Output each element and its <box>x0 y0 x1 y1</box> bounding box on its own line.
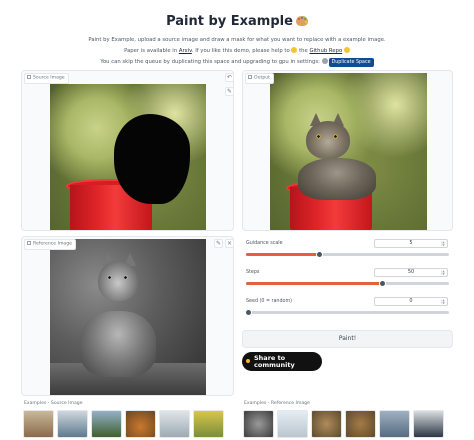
pencil-icon[interactable]: ✎ <box>214 239 223 248</box>
duplicate-space-button[interactable]: Duplicate Space <box>328 58 374 67</box>
guidance-scale-thumb[interactable] <box>316 251 324 258</box>
header: Paint by Example Paint by Example, uploa… <box>0 0 474 68</box>
image-icon <box>27 75 31 79</box>
example-reference-thumb[interactable] <box>243 410 274 438</box>
steps-label: Steps <box>246 270 260 275</box>
help-text: . If you like this demo, please help to <box>191 48 292 54</box>
steps-input[interactable]: 50 ▲ ▼ <box>374 268 448 277</box>
brush-icon[interactable]: ✎ <box>225 87 233 96</box>
seed-label: Seed (0 = random) <box>246 299 292 304</box>
image-icon <box>248 75 252 79</box>
space-icon <box>321 58 328 64</box>
share-to-community-button[interactable]: Share to community <box>242 352 322 371</box>
example-source-thumb[interactable] <box>23 410 54 438</box>
arxiv-link[interactable]: Arxiv <box>179 48 192 54</box>
star-icon <box>291 47 298 53</box>
page-title-row: Paint by Example <box>0 10 474 29</box>
reference-image[interactable] <box>50 239 206 395</box>
palette-icon <box>295 16 308 26</box>
seed-thumb[interactable] <box>245 309 252 316</box>
output-panel: Output <box>242 70 453 231</box>
steps-control: Steps 50 ▲ ▼ <box>242 267 453 295</box>
example-source-thumb[interactable] <box>159 410 190 438</box>
reference-image-panel[interactable]: Reference Image ✎ × <box>21 236 234 396</box>
undo-icon[interactable]: ↶ <box>225 73 233 82</box>
examples-reference-label: Examples - Reference Image <box>244 401 310 406</box>
source-image-panel[interactable]: Source Image ↶ × ✎ <box>21 70 234 231</box>
example-reference-thumb[interactable] <box>379 410 410 438</box>
mask-stroke <box>114 114 190 204</box>
example-source-thumb[interactable] <box>91 410 122 438</box>
seed-slider[interactable] <box>245 309 449 316</box>
steps-slider[interactable] <box>246 280 449 287</box>
smile-icon <box>343 47 350 53</box>
close-icon[interactable]: × <box>225 239 233 248</box>
github-link[interactable]: Github Repo <box>309 48 342 54</box>
guidance-scale-label: Guidance scale <box>246 241 283 246</box>
guidance-scale-control: Guidance scale 5 ▲ ▼ <box>242 238 453 266</box>
example-source-thumb[interactable] <box>125 410 156 438</box>
example-reference-thumb[interactable] <box>311 410 342 438</box>
output-label: Output <box>245 73 274 84</box>
source-image-label: Source Image <box>24 73 69 84</box>
community-icon <box>246 359 250 363</box>
guidance-scale-slider[interactable] <box>246 251 449 258</box>
example-reference-thumb[interactable] <box>413 410 444 438</box>
source-image[interactable] <box>50 84 206 230</box>
output-image <box>270 73 427 230</box>
image-icon <box>27 241 31 245</box>
example-source-thumb[interactable] <box>57 410 88 438</box>
example-source-thumb[interactable] <box>193 410 224 438</box>
queue-text: You can skip the queue by duplicating th… <box>100 59 322 65</box>
examples-reference-gallery <box>243 410 444 438</box>
examples-source-label: Examples - Source Image <box>24 401 83 406</box>
seed-control: Seed (0 = random) 0 ▲ ▼ <box>242 296 453 324</box>
description-line-2: Paper is available in Arxiv. If you like… <box>0 46 474 57</box>
examples-source-gallery <box>23 410 224 438</box>
reference-image-label: Reference Image <box>24 239 76 250</box>
steps-thumb[interactable] <box>379 280 386 287</box>
example-reference-thumb[interactable] <box>345 410 376 438</box>
seed-input[interactable]: 0 ▲ ▼ <box>374 297 448 306</box>
paper-text: Paper is available in <box>124 48 179 54</box>
guidance-scale-input[interactable]: 5 ▲ ▼ <box>374 239 448 248</box>
example-reference-thumb[interactable] <box>277 410 308 438</box>
paint-button[interactable]: Paint! <box>242 330 453 348</box>
page-title: Paint by Example <box>166 14 293 29</box>
description-line-1: Paint by Example, upload a source image … <box>88 37 386 43</box>
description-line-3: You can skip the queue by duplicating th… <box>0 57 474 68</box>
